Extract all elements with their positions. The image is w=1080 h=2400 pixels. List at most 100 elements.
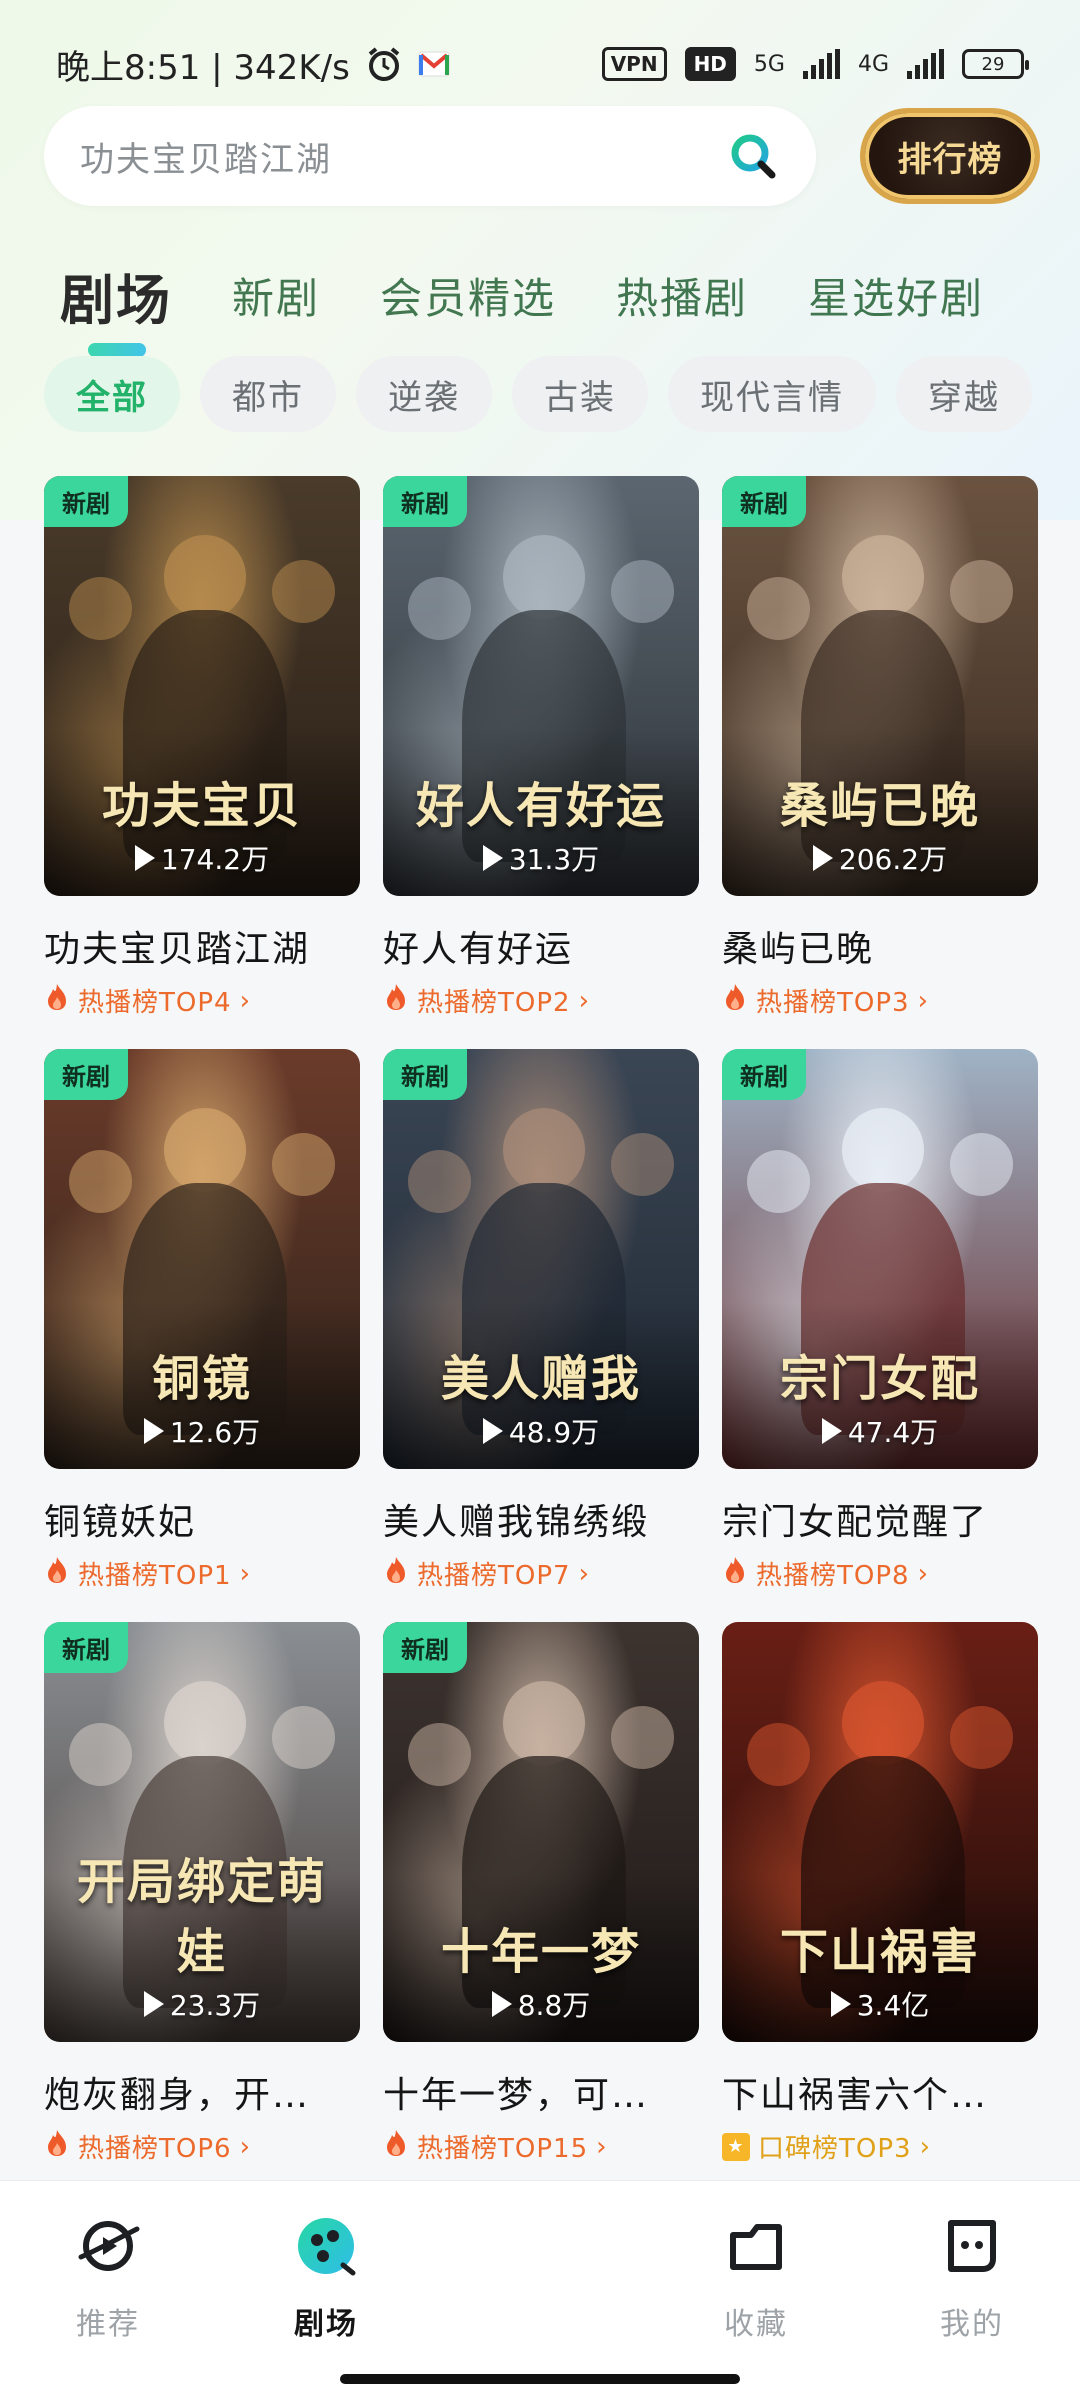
nav-label: 剧场 [294, 2307, 358, 2342]
tab-theater[interactable]: 剧场 [60, 256, 172, 357]
rank-label[interactable]: 热播榜TOP4 › [44, 982, 360, 1019]
poster-title-art: 功夫宝贝 [101, 778, 302, 834]
drama-poster[interactable]: 美人赠我 新剧 48.9万 [383, 1049, 699, 1469]
drama-card[interactable]: 好人有好运 新剧 31.3万 好人有好运 热播榜TOP2 › [383, 476, 699, 1049]
rank-text: 热播榜TOP4 [78, 988, 232, 1018]
drama-title[interactable]: 十年一梦，可… [383, 2066, 699, 2118]
drama-title[interactable]: 好人有好运 [383, 920, 699, 972]
nav-favorites[interactable]: 收藏 [686, 2213, 826, 2343]
new-badge: 新剧 [44, 1622, 128, 1673]
play-count-value: 12.6万 [169, 1416, 261, 1449]
signal-icon [802, 49, 840, 79]
drama-poster[interactable]: 好人有好运 新剧 31.3万 [383, 476, 699, 896]
rank-text: 热播榜TOP6 [78, 2134, 232, 2164]
signal-icon-2 [907, 49, 944, 79]
gmail-icon [418, 51, 450, 77]
rank-label[interactable]: 热播榜TOP2 › [383, 982, 699, 1019]
search-input[interactable]: 功夫宝贝踏江湖 [44, 106, 816, 206]
tab-vip[interactable]: 会员精选 [380, 265, 556, 326]
rank-label[interactable]: 热播榜TOP6 › [44, 2128, 360, 2165]
poster-figure [69, 1722, 133, 1786]
drama-title[interactable]: 铜镜妖妃 [44, 1493, 360, 1545]
drama-poster[interactable]: 宗门女配 新剧 47.4万 [722, 1049, 1038, 1469]
drama-title[interactable]: 炮灰翻身，开… [44, 2066, 360, 2118]
drama-card[interactable]: 宗门女配 新剧 47.4万 宗门女配觉醒了 热播榜TOP8 › [722, 1049, 1038, 1622]
hd-indicator: HD [684, 47, 736, 81]
ranking-button[interactable]: 排行榜 [860, 108, 1040, 204]
rank-label[interactable]: 热播榜TOP15 › [383, 2128, 699, 2165]
alarm-icon [368, 47, 400, 81]
battery-icon: 29 [962, 49, 1029, 79]
drama-poster[interactable]: 铜镜 新剧 12.6万 [44, 1049, 360, 1469]
drama-card[interactable]: 下山祸害 3.4亿 下山祸害六个… ★ 口碑榜TOP3 › [722, 1622, 1038, 2195]
drama-title[interactable]: 宗门女配觉醒了 [722, 1493, 1038, 1545]
play-count: 23.3万 [44, 1984, 360, 2024]
drama-title[interactable]: 桑屿已晚 [722, 920, 1038, 972]
new-badge: 新剧 [44, 476, 128, 527]
chip-modern-romance[interactable]: 现代言情 [668, 356, 876, 432]
play-count-value: 174.2万 [160, 843, 270, 876]
status-left: 晚上8:51 | 342K/s [56, 40, 450, 89]
drama-poster[interactable]: 功夫宝贝 新剧 174.2万 [44, 476, 360, 896]
drama-title[interactable]: 功夫宝贝踏江湖 [44, 920, 360, 972]
rank-label[interactable]: 热播榜TOP1 › [44, 1555, 360, 1592]
play-icon [482, 845, 503, 871]
drama-card[interactable]: 桑屿已晚 新剧 206.2万 桑屿已晚 热播榜TOP3 › [722, 476, 1038, 1049]
status-time: 晚上8:51 | 342K/s [56, 47, 350, 88]
nav-profile[interactable]: 我的 [902, 2213, 1042, 2343]
chevron-right-icon: › [917, 985, 929, 1016]
chip-comeback[interactable]: 逆袭 [356, 356, 492, 432]
rank-text: 热播榜TOP15 [417, 2134, 589, 2164]
rank-text: 热播榜TOP1 [78, 1561, 232, 1591]
drama-card[interactable]: 铜镜 新剧 12.6万 铜镜妖妃 热播榜TOP1 › [44, 1049, 360, 1622]
nav-recommend[interactable]: 推荐 [38, 2213, 178, 2343]
rank-label[interactable]: 热播榜TOP3 › [722, 982, 1038, 1019]
poster-figure [408, 1722, 472, 1786]
drama-card[interactable]: 十年一梦 新剧 8.8万 十年一梦，可… 热播榜TOP15 › [383, 1622, 699, 2195]
flame-icon [722, 983, 748, 1018]
drama-poster[interactable]: 桑屿已晚 新剧 206.2万 [722, 476, 1038, 896]
poster-title-art: 宗门女配 [779, 1351, 980, 1407]
vpn-indicator: VPN [601, 47, 667, 81]
drama-title[interactable]: 下山祸害六个… [722, 2066, 1038, 2118]
poster-figure [503, 534, 586, 619]
chevron-right-icon: › [578, 1558, 590, 1589]
tab-new[interactable]: 新剧 [232, 265, 320, 326]
poster-figure [164, 1680, 247, 1765]
tab-star[interactable]: 星选好剧 [808, 265, 984, 326]
rank-label[interactable]: ★ 口碑榜TOP3 › [722, 2128, 1038, 2165]
new-badge: 新剧 [383, 476, 467, 527]
nav-theater[interactable]: 剧场 [256, 2213, 396, 2343]
poster-title-art: 下山祸害 [779, 1924, 980, 1980]
drama-poster[interactable]: 十年一梦 新剧 8.8万 [383, 1622, 699, 2042]
chip-costume[interactable]: 古装 [512, 356, 648, 432]
drama-card[interactable]: 开局绑定萌娃 新剧 23.3万 炮灰翻身，开… 热播榜TOP6 › [44, 1622, 360, 2195]
chip-all[interactable]: 全部 [44, 356, 180, 432]
chip-time-travel[interactable]: 穿越 [896, 356, 1032, 432]
home-indicator[interactable] [340, 2374, 740, 2384]
drama-card[interactable]: 美人赠我 新剧 48.9万 美人赠我锦绣缎 热播榜TOP7 › [383, 1049, 699, 1622]
poster-title-art: 桑屿已晚 [779, 778, 980, 834]
flame-icon [383, 2129, 409, 2164]
poster-figure [503, 1680, 586, 1765]
poster-figure [842, 1107, 925, 1192]
drama-poster[interactable]: 下山祸害 3.4亿 [722, 1622, 1038, 2042]
search-icon[interactable] [728, 131, 778, 181]
nav-label: 推荐 [76, 2307, 140, 2342]
chip-urban[interactable]: 都市 [200, 356, 336, 432]
network-4g-label: 4G [857, 51, 889, 77]
tab-hot[interactable]: 热播剧 [616, 265, 748, 326]
drama-grid: 功夫宝贝 新剧 174.2万 功夫宝贝踏江湖 热播榜TOP4 › 好人有好运 新剧… [44, 476, 1038, 2195]
drama-poster[interactable]: 开局绑定萌娃 新剧 23.3万 [44, 1622, 360, 2042]
play-count-value: 8.8万 [517, 1989, 591, 2022]
drama-title[interactable]: 美人赠我锦绣缎 [383, 1493, 699, 1545]
play-count: 12.6万 [44, 1411, 360, 1451]
flame-icon [383, 983, 409, 1018]
bottom-navigation: 推荐 剧场 收藏 我的 [0, 2180, 1080, 2400]
rank-label[interactable]: 热播榜TOP7 › [383, 1555, 699, 1592]
rank-label[interactable]: 热播榜TOP8 › [722, 1555, 1038, 1592]
poster-figure [949, 1706, 1013, 1769]
play-count-value: 3.4亿 [856, 1989, 930, 2022]
drama-card[interactable]: 功夫宝贝 新剧 174.2万 功夫宝贝踏江湖 热播榜TOP4 › [44, 476, 360, 1049]
poster-figure [69, 576, 133, 640]
